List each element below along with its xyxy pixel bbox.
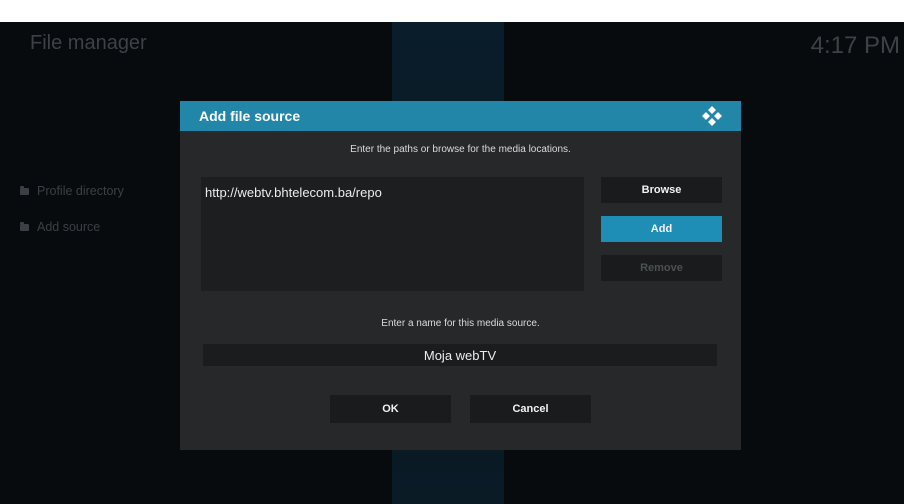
add-file-source-dialog: Add file source Enter the paths or brows… bbox=[180, 101, 741, 450]
window-title: File manager bbox=[30, 32, 147, 54]
cancel-button[interactable]: Cancel bbox=[470, 395, 591, 423]
sidebar-item-label: Add source bbox=[37, 220, 101, 234]
add-button[interactable]: Add bbox=[601, 216, 722, 242]
folder-icon bbox=[20, 185, 29, 195]
folder-icon bbox=[20, 221, 29, 231]
paths-prompt: Enter the paths or browse for the media … bbox=[350, 144, 571, 155]
kodi-logo bbox=[702, 106, 722, 126]
sidebar-item-label: Profile directory bbox=[37, 184, 124, 198]
path-item[interactable]: http://webtv.bhtelecom.ba/repo bbox=[205, 185, 382, 200]
kodi-screen: File manager 4:17 PM Profile directory A… bbox=[0, 22, 904, 504]
paths-list[interactable]: http://webtv.bhtelecom.ba/repo bbox=[201, 177, 584, 291]
name-prompt: Enter a name for this media source. bbox=[381, 318, 540, 329]
dialog-header: Add file source bbox=[180, 101, 741, 131]
browse-button[interactable]: Browse bbox=[601, 177, 722, 203]
ok-button[interactable]: OK bbox=[330, 395, 451, 423]
sidebar-item-add-source[interactable]: Add source bbox=[20, 220, 100, 234]
clock: 4:17 PM bbox=[810, 32, 900, 59]
dialog-title: Add file source bbox=[199, 108, 301, 124]
source-name-field[interactable]: Moja webTV bbox=[203, 344, 717, 366]
remove-button[interactable]: Remove bbox=[601, 255, 722, 281]
sidebar-item-profile-directory[interactable]: Profile directory bbox=[20, 184, 124, 198]
